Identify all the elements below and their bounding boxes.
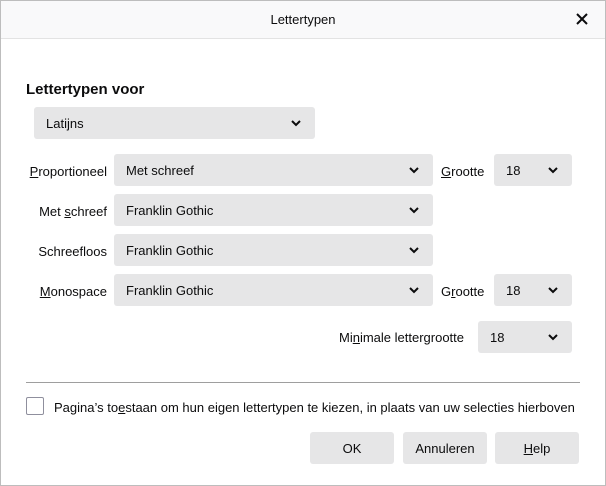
- chevron-down-icon: [548, 167, 558, 174]
- chevron-down-icon: [409, 287, 419, 294]
- mono-size-select[interactable]: 18: [494, 274, 572, 306]
- sans-serif-label: Schreefloos: [38, 244, 107, 259]
- mono-size-label: Grootte: [441, 284, 485, 299]
- size-select[interactable]: 18: [494, 154, 572, 186]
- chevron-down-icon: [291, 120, 301, 127]
- allow-pages-fonts-checkbox[interactable]: [26, 397, 44, 415]
- serif-select[interactable]: Franklin Gothic: [114, 194, 433, 226]
- chevron-down-icon: [548, 334, 558, 341]
- help-button[interactable]: Help: [495, 432, 579, 464]
- divider: [26, 382, 580, 383]
- ok-button[interactable]: OK: [310, 432, 394, 464]
- size-label: Grootte: [441, 164, 485, 179]
- fonts-dialog: Lettertypen Lettertypen voor Latijns Pro…: [0, 0, 606, 486]
- allow-pages-fonts-label[interactable]: Pagina’s toestaan om hun eigen lettertyp…: [54, 400, 575, 415]
- serif-label: Met schreef: [39, 204, 107, 219]
- cancel-button[interactable]: Annuleren: [403, 432, 487, 464]
- close-icon: [576, 13, 588, 25]
- proportional-select[interactable]: Met schreef: [114, 154, 433, 186]
- script-select[interactable]: Latijns: [34, 107, 315, 139]
- dialog-title: Lettertypen: [270, 12, 336, 27]
- min-size-select-value: 18: [490, 330, 505, 345]
- min-size-label: Minimale lettergrootte: [339, 330, 465, 345]
- size-select-value: 18: [506, 163, 521, 178]
- monospace-select[interactable]: Franklin Gothic: [114, 274, 433, 306]
- min-size-select[interactable]: 18: [478, 321, 572, 353]
- chevron-down-icon: [409, 247, 419, 254]
- close-button[interactable]: [569, 7, 595, 31]
- chevron-down-icon: [409, 207, 419, 214]
- proportional-label: Proportioneel: [29, 164, 107, 179]
- mono-size-select-value: 18: [506, 283, 521, 298]
- monospace-select-value: Franklin Gothic: [126, 283, 214, 298]
- dialog-titlebar: Lettertypen: [1, 1, 605, 39]
- proportional-select-value: Met schreef: [126, 163, 194, 178]
- monospace-label: Monospace: [39, 284, 107, 299]
- chevron-down-icon: [548, 287, 558, 294]
- script-select-value: Latijns: [46, 116, 84, 131]
- fonts-for-heading: Lettertypen voor: [26, 81, 145, 98]
- serif-select-value: Franklin Gothic: [126, 203, 214, 218]
- sans-serif-select[interactable]: Franklin Gothic: [114, 234, 433, 266]
- sans-serif-select-value: Franklin Gothic: [126, 243, 214, 258]
- chevron-down-icon: [409, 167, 419, 174]
